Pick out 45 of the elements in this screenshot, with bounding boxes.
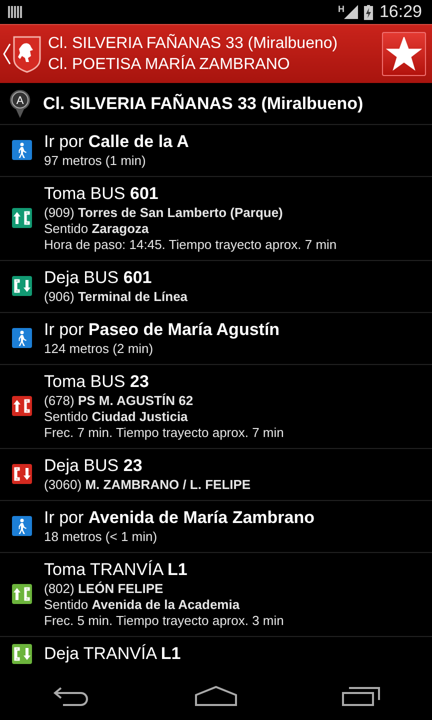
- star-icon: [386, 37, 422, 71]
- battery-icon: [364, 4, 374, 20]
- step-title: Toma TRANVÍA L1: [44, 559, 188, 581]
- step-detail: Sentido Avenida de la Academia: [44, 597, 241, 613]
- step-title: Ir por Calle de la A: [44, 131, 189, 153]
- itinerary-step[interactable]: Ir por Calle de la A 97 metros (1 min): [0, 125, 432, 177]
- step-title: Toma BUS 601: [44, 183, 160, 205]
- itinerary-step[interactable]: Toma BUS 23 (678) PS M. AGUSTÍN 62 Sentido Ciudad Justicia Frec. 7 min. Tiempo trayecto aprox. 7 min: [0, 365, 432, 449]
- step-title: Toma BUS 23: [44, 371, 150, 393]
- favorite-button[interactable]: [382, 32, 426, 76]
- itinerary-step[interactable]: Deja TRANVÍA L1: [0, 637, 432, 672]
- shield-logo-icon: [12, 35, 42, 73]
- step-detail: (909) Torres de San Lamberto (Parque): [44, 205, 284, 221]
- step-detail: (906) Terminal de Línea: [44, 289, 188, 305]
- step-detail: Frec. 5 min. Tiempo trayecto aprox. 3 min: [44, 613, 284, 629]
- step-detail: (802) LEÓN FELIPE: [44, 581, 164, 597]
- step-detail: Hora de paso: 14:45. Tiempo trayecto aprox. 7 min: [44, 237, 337, 253]
- step-detail: (3060) M. ZAMBRANO / L. FELIPE: [44, 477, 251, 493]
- map-pin-icon: A: [9, 88, 31, 118]
- itinerary-step[interactable]: Ir por Paseo de María Agustín 124 metros (2 min): [0, 313, 432, 365]
- itinerary-step[interactable]: Toma BUS 601 (909) Torres de San Lamberto (Parque) Sentido Zaragoza Hora de paso: 14:45. Tiempo trayecto aprox. 7 min: [0, 177, 432, 261]
- step-title: Ir por Avenida de María Zambrano: [44, 507, 315, 529]
- start-address: Cl. SILVERIA FAÑANAS 33 (Miralbueno): [43, 94, 364, 114]
- step-title: Deja TRANVÍA L1: [44, 643, 181, 665]
- itinerary-step[interactable]: Deja BUS 601 (906) Terminal de Línea: [0, 261, 432, 313]
- itinerary-step[interactable]: Ir por Avenida de María Zambrano 18 metros (< 1 min): [0, 501, 432, 553]
- destination-title: Cl. POETISA MARÍA ZAMBRANO: [48, 54, 291, 75]
- signal-icon: [344, 5, 358, 19]
- itinerary-step[interactable]: Deja BUS 23 (3060) M. ZAMBRANO / L. FELIPE: [0, 449, 432, 501]
- origin-title: Cl. SILVERIA FAÑANAS 33 (Miralbueno): [48, 33, 339, 54]
- step-detail: 97 metros (1 min): [44, 153, 147, 169]
- network-type: H: [338, 4, 344, 14]
- back-chevron-icon: [2, 43, 12, 65]
- step-title: Ir por Paseo de María Agustín: [44, 319, 280, 341]
- step-title: Deja BUS 601: [44, 267, 153, 289]
- step-detail: Frec. 7 min. Tiempo trayecto aprox. 7 min: [44, 425, 284, 441]
- step-detail: Sentido Ciudad Justicia: [44, 409, 189, 425]
- step-detail: (678) PS M. AGUSTÍN 62: [44, 393, 194, 409]
- notification-icon: [8, 5, 22, 19]
- step-detail: 18 metros (< 1 min): [44, 529, 158, 545]
- step-detail: 124 metros (2 min): [44, 341, 154, 357]
- clock: 16:29: [379, 2, 422, 22]
- step-detail: Sentido Zaragoza: [44, 221, 150, 237]
- itinerary-step[interactable]: Toma TRANVÍA L1 (802) LEÓN FELIPE Sentido Avenida de la Academia Frec. 5 min. Tiempo trayecto aprox. 3 min: [0, 553, 432, 637]
- step-title: Deja BUS 23: [44, 455, 144, 477]
